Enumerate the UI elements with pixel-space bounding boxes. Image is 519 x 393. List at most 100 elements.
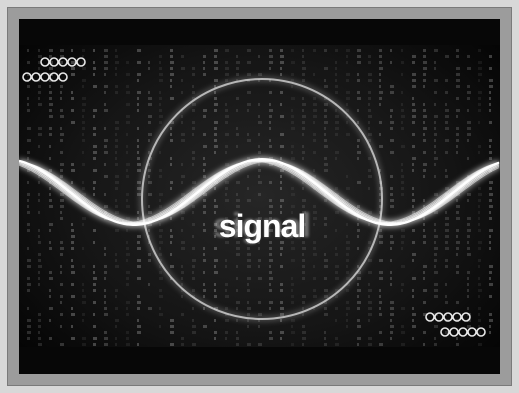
code-glyph <box>126 163 130 166</box>
code-glyph <box>302 295 306 298</box>
code-glyph <box>82 187 85 190</box>
code-glyph <box>225 193 227 196</box>
code-glyph <box>467 85 470 88</box>
code-glyph <box>38 85 41 88</box>
code-glyph <box>445 121 448 124</box>
code-glyph <box>456 247 459 250</box>
code-glyph <box>313 49 316 52</box>
code-glyph <box>324 79 326 82</box>
code-glyph <box>192 235 194 238</box>
code-glyph <box>115 61 119 64</box>
code-glyph <box>390 271 392 274</box>
code-glyph <box>467 241 469 244</box>
code-glyph <box>423 343 425 346</box>
code-glyph <box>368 79 372 82</box>
code-glyph <box>137 103 139 106</box>
code-glyph <box>181 277 183 280</box>
code-glyph <box>82 217 86 220</box>
code-glyph <box>489 199 492 202</box>
code-glyph <box>247 343 251 346</box>
code-glyph <box>170 229 172 232</box>
code-glyph <box>467 157 469 160</box>
code-glyph <box>148 259 151 262</box>
code-glyph <box>280 145 284 148</box>
code-glyph <box>401 325 404 328</box>
code-glyph <box>269 61 273 64</box>
code-glyph <box>302 67 306 70</box>
code-glyph <box>302 151 305 154</box>
code-glyph <box>467 139 469 142</box>
code-glyph <box>346 79 349 82</box>
code-glyph <box>280 283 283 286</box>
code-glyph <box>346 61 348 64</box>
code-glyph <box>456 301 459 304</box>
code-glyph <box>434 121 436 124</box>
code-glyph <box>456 73 460 76</box>
code-glyph <box>368 301 372 304</box>
code-glyph <box>423 73 426 76</box>
code-glyph <box>93 313 95 316</box>
code-glyph <box>104 265 107 268</box>
code-glyph <box>269 331 272 334</box>
code-glyph <box>478 343 482 346</box>
code-glyph <box>192 157 195 160</box>
code-glyph <box>203 199 206 202</box>
code-glyph <box>390 121 394 124</box>
code-glyph <box>456 199 458 202</box>
code-glyph <box>489 139 492 142</box>
code-glyph <box>379 307 381 310</box>
code-glyph <box>467 109 469 112</box>
code-glyph <box>269 55 273 58</box>
code-glyph <box>258 265 260 268</box>
code-glyph <box>115 259 117 262</box>
code-glyph <box>38 313 41 316</box>
code-glyph <box>225 133 229 136</box>
code-glyph <box>434 151 436 154</box>
code-glyph <box>247 109 249 112</box>
code-glyph <box>313 97 316 100</box>
code-glyph <box>456 271 459 274</box>
code-glyph <box>38 337 41 340</box>
code-glyph <box>159 307 161 310</box>
code-glyph <box>236 343 239 346</box>
code-glyph <box>368 259 372 262</box>
code-glyph <box>478 265 480 268</box>
code-glyph <box>203 169 205 172</box>
code-glyph <box>49 103 53 106</box>
code-glyph <box>225 259 227 262</box>
code-glyph <box>302 277 305 280</box>
code-glyph <box>126 73 130 76</box>
code-glyph <box>170 49 173 52</box>
code-glyph <box>467 193 471 196</box>
code-glyph <box>104 67 108 70</box>
code-glyph <box>137 295 140 298</box>
code-glyph <box>357 319 360 322</box>
signal-word: signal <box>219 208 305 244</box>
code-glyph <box>390 337 392 340</box>
code-glyph <box>434 223 436 226</box>
code-glyph <box>478 193 482 196</box>
code-glyph <box>104 73 106 76</box>
code-glyph <box>346 247 350 250</box>
code-glyph <box>126 283 129 286</box>
code-glyph <box>324 337 326 340</box>
code-glyph <box>214 79 218 82</box>
code-glyph <box>159 193 163 196</box>
code-glyph <box>489 79 493 82</box>
code-glyph <box>269 127 271 130</box>
code-glyph <box>192 67 195 70</box>
code-glyph <box>302 109 304 112</box>
code-glyph <box>302 247 306 250</box>
code-glyph <box>489 229 493 232</box>
code-glyph <box>38 241 41 244</box>
code-glyph <box>38 91 41 94</box>
code-glyph <box>60 247 64 250</box>
code-glyph <box>401 247 403 250</box>
code-glyph <box>291 115 294 118</box>
code-glyph <box>126 175 129 178</box>
code-glyph <box>214 289 216 292</box>
code-glyph <box>291 193 295 196</box>
code-glyph <box>478 289 482 292</box>
code-glyph <box>214 271 218 274</box>
code-glyph <box>192 265 195 268</box>
